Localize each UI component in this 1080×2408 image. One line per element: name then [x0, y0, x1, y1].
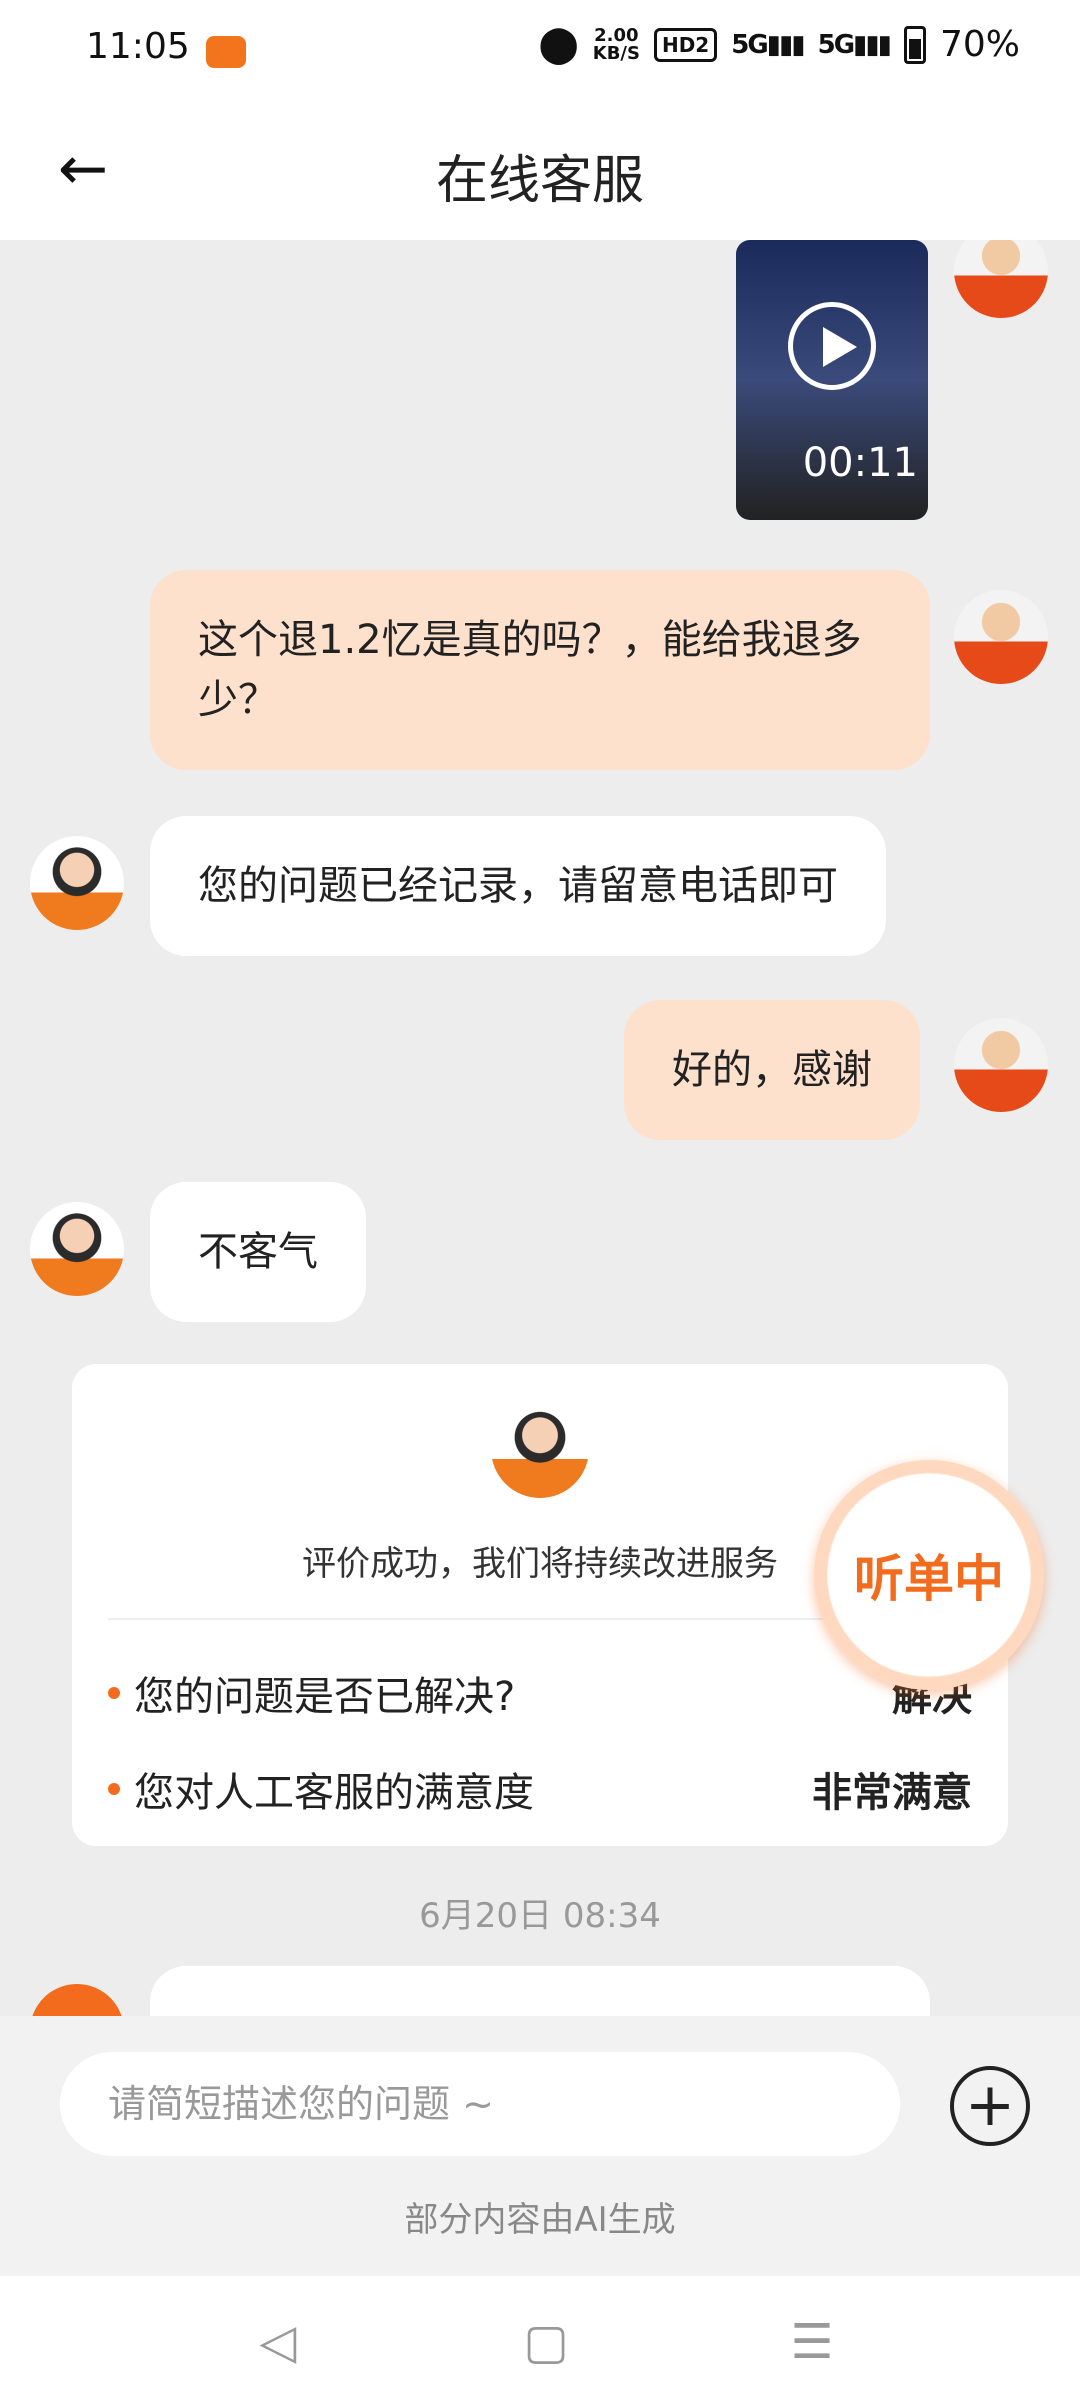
bullet-icon [108, 1783, 120, 1795]
header: ← 在线客服 [0, 100, 1080, 240]
hd-icon: HD2 [653, 27, 718, 62]
bullet-icon [108, 1687, 120, 1699]
agent-message-bubble-partial [150, 1966, 930, 2016]
brand-avatar[interactable] [30, 1984, 124, 2016]
rating-row: 您的问题是否已解决? 解决 [108, 1664, 972, 1722]
rating-question: 您对人工客服的满意度 [108, 1760, 534, 1818]
nav-back-icon[interactable]: ◁ [248, 2312, 308, 2372]
listening-button[interactable]: 听单中 [814, 1460, 1044, 1690]
timestamp: 6月20日 08:34 [419, 1896, 661, 1936]
user-avatar[interactable] [954, 240, 1048, 318]
video-duration: 00:11 [802, 440, 918, 486]
signal-1-label: 5G [731, 29, 768, 60]
rating-answer: 非常满意 [812, 1770, 972, 1816]
status-icons: ⬤ 2.00 KB/S HD2 5G▮▮▮ 5G▮▮▮ 70% [538, 24, 1020, 65]
nav-home-icon[interactable]: ▢ [516, 2312, 576, 2372]
ai-disclaimer: 部分内容由AI生成 [404, 2200, 676, 2240]
message-input[interactable]: 请简短描述您的问题 ~ [60, 2052, 900, 2156]
user-message-bubble: 好的，感谢 [624, 1000, 920, 1140]
nav-menu-icon[interactable]: ☰ [782, 2312, 842, 2372]
network-speed: 2.00 KB/S [592, 24, 640, 64]
question-text: 您的问题是否已解决? [134, 1674, 516, 1720]
question-text: 您对人工客服的满意度 [134, 1770, 534, 1816]
user-avatar[interactable] [954, 590, 1048, 684]
video-message[interactable]: 00:11 [736, 240, 928, 520]
agent-message-bubble: 不客气 [150, 1182, 366, 1322]
rating-question: 您的问题是否已解决? [108, 1664, 515, 1722]
signal-icon-2: 5G▮▮▮ [817, 29, 892, 60]
network-speed-value: 2.00 [594, 24, 639, 46]
status-time: 11:05 [86, 26, 190, 67]
agent-avatar[interactable] [30, 836, 124, 930]
signal-icon-1: 5G▮▮▮ [731, 29, 805, 60]
app-notification-icon [206, 36, 246, 68]
system-nav-bar: ◁ ▢ ☰ [0, 2276, 1080, 2408]
agent-message-bubble: 您的问题已经记录，请留意电话即可 [150, 816, 886, 956]
location-icon: ⬤ [538, 24, 579, 65]
listening-label: 听单中 [854, 1550, 1004, 1608]
input-bar: 请简短描述您的问题 ~ + 部分内容由AI生成 [0, 2016, 1080, 2276]
battery-percent: 70% [939, 24, 1020, 65]
battery-icon [903, 25, 926, 64]
user-message-bubble: 这个退1.2忆是真的吗？，能给我退多少？ [150, 570, 930, 770]
plus-icon[interactable]: + [950, 2066, 1030, 2146]
rating-row: 您对人工客服的满意度 非常满意 [108, 1760, 972, 1818]
network-speed-unit: KB/S [592, 42, 640, 64]
chat-area[interactable]: 00:11 这个退1.2忆是真的吗？，能给我退多少？ 您的问题已经记录，请留意电… [0, 240, 1080, 2016]
page-title: 在线客服 [435, 151, 644, 211]
signal-2-label: 5G [817, 29, 855, 60]
user-avatar[interactable] [954, 1018, 1048, 1112]
play-icon[interactable] [788, 302, 876, 390]
status-bar: 11:05 ⬤ 2.00 KB/S HD2 5G▮▮▮ 5G▮▮▮ 70% [0, 0, 1080, 100]
agent-avatar[interactable] [30, 1202, 124, 1296]
agent-avatar [491, 1400, 589, 1498]
